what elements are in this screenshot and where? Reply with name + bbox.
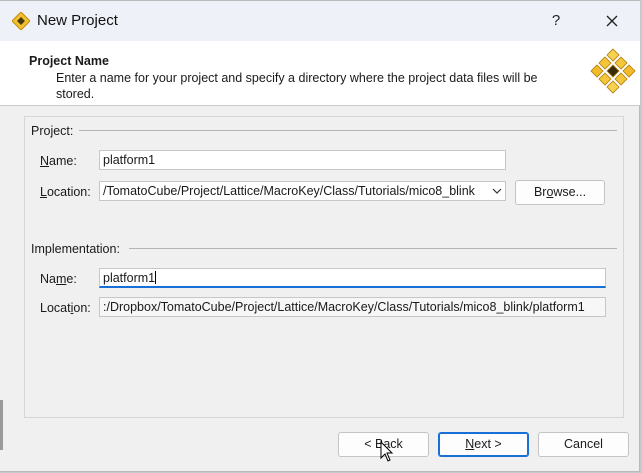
chevron-down-icon [492,188,502,194]
project-name-label: Name: [40,154,77,168]
close-button[interactable] [590,7,634,35]
browse-button[interactable]: Browse... [515,180,605,205]
implementation-name-input[interactable]: platform1 [99,268,606,288]
close-icon [606,15,618,27]
help-button[interactable]: ? [540,7,572,35]
wizard-header: Project Name Enter a name for your proje… [0,41,640,106]
window-title: New Project [37,12,118,29]
implementation-group-label: Implementation: [31,242,120,256]
page-description: Enter a name for your project and specif… [56,71,538,101]
title-bar[interactable]: New Project ? [0,1,640,41]
implementation-separator [129,248,617,249]
page-title: Project Name [29,54,109,68]
new-project-dialog: New Project ? Project Name Enter a name … [0,0,640,472]
diamond-app-icon [12,12,30,30]
implementation-location-field[interactable]: :/Dropbox/TomatoCube/Project/Lattice/Mac… [99,297,606,317]
next-button[interactable]: Next > [438,432,529,457]
mouse-pointer-icon [380,441,394,462]
project-location-combo[interactable]: /TomatoCube/Project/Lattice/MacroKey/Cla… [99,181,506,201]
implementation-location-label: Location: [40,301,91,315]
background-scrollbar [0,400,3,450]
lattice-logo-icon [590,48,636,94]
project-location-label: Location: [40,185,91,199]
cancel-button[interactable]: Cancel [538,432,629,457]
implementation-name-label: Name: [40,272,77,286]
project-name-input[interactable]: platform1 [99,150,506,170]
content-panel: Project: Name: platform1 Location: /Toma… [24,116,624,418]
text-caret [155,271,157,284]
project-group-label: Project: [31,124,74,138]
project-separator [79,130,617,131]
